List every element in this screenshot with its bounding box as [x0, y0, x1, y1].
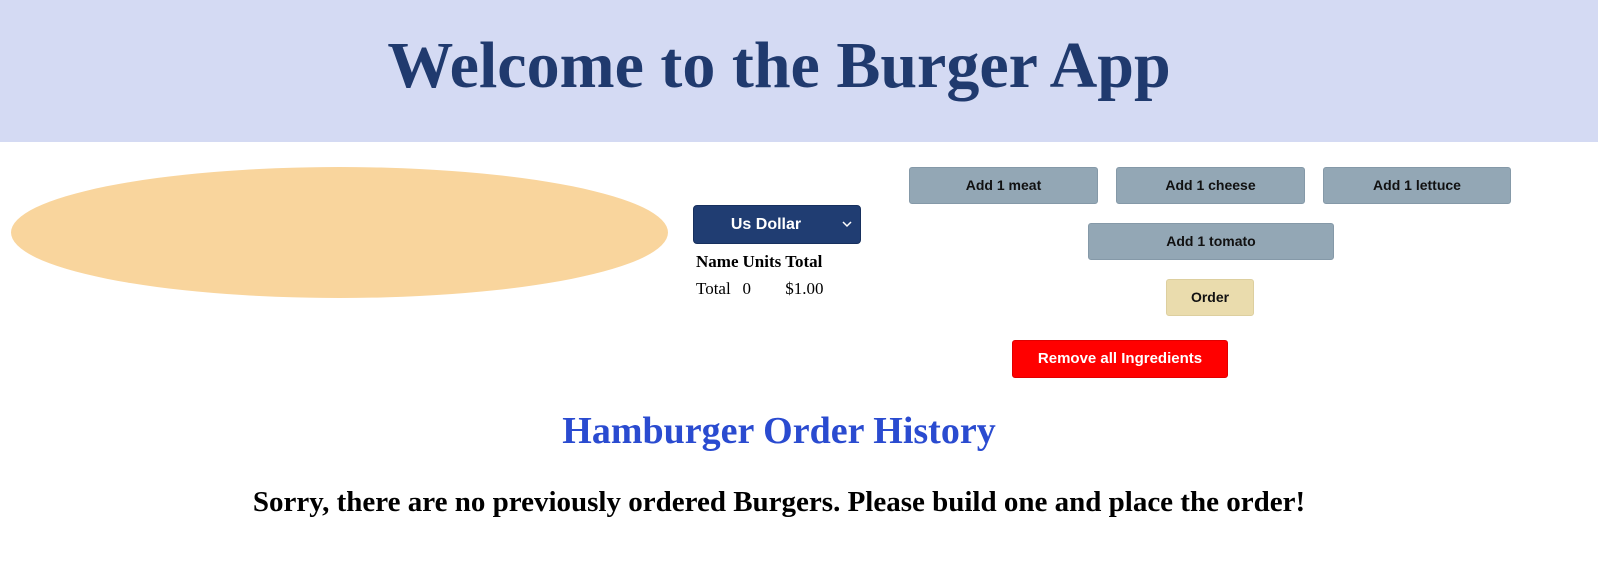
- burger-summary-table: Name Units Total Total 0 $1.00: [694, 248, 825, 302]
- table-cell-name: Total: [696, 278, 731, 298]
- column-header-name: Name: [696, 251, 739, 271]
- currency-select[interactable]: Us Dollar: [693, 205, 861, 244]
- remove-all-ingredients-button[interactable]: Remove all Ingredients: [1012, 340, 1228, 378]
- column-header-units: Units: [742, 251, 782, 271]
- page-header: Welcome to the Burger App: [0, 0, 1598, 142]
- table-header-row: Name Units Total: [694, 248, 825, 275]
- order-history-empty-message: Sorry, there are no previously ordered B…: [252, 486, 1306, 518]
- table-cell-units: 0: [742, 278, 751, 298]
- add-tomato-button[interactable]: Add 1 tomato: [1088, 223, 1334, 260]
- burger-bun: [11, 167, 668, 298]
- order-button[interactable]: Order: [1166, 279, 1254, 316]
- currency-select-value: Us Dollar: [730, 216, 802, 233]
- add-meat-button[interactable]: Add 1 meat: [909, 167, 1098, 204]
- add-lettuce-button[interactable]: Add 1 lettuce: [1323, 167, 1511, 204]
- add-cheese-button[interactable]: Add 1 cheese: [1116, 167, 1305, 204]
- table-cell-total: $1.00: [785, 278, 824, 298]
- order-history-title: Hamburger Order History: [562, 410, 996, 452]
- table-row: Total 0 $1.00: [694, 275, 825, 302]
- page-title: Welcome to the Burger App: [387, 29, 1171, 102]
- chevron-down-icon: [842, 221, 852, 228]
- column-header-total: Total: [785, 251, 823, 271]
